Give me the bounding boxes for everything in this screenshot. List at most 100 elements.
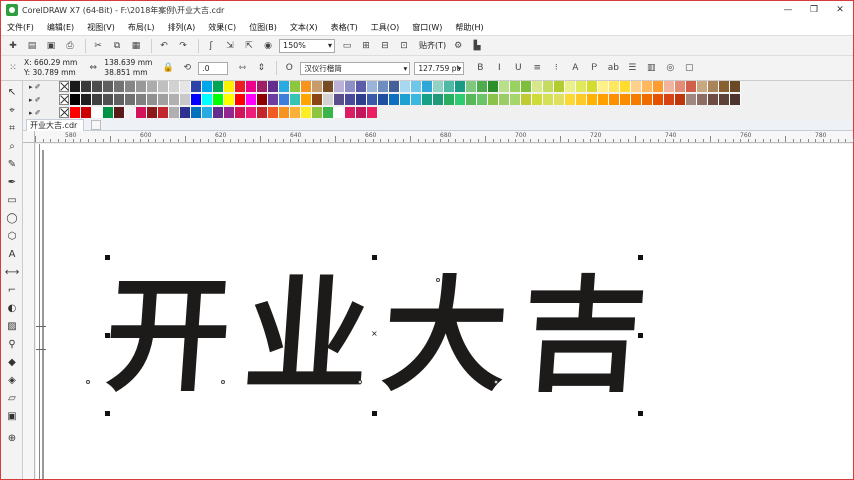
color-swatch[interactable]	[268, 81, 279, 92]
menu-file[interactable]: 文件(F)	[7, 22, 34, 33]
color-swatch[interactable]	[257, 107, 268, 118]
color-swatch[interactable]	[103, 107, 114, 118]
horizontal-ruler[interactable]: 580 600 620 640 660 680 700 720 740 760 780	[35, 131, 854, 143]
palette-menu-icon[interactable]: ▸ ✐	[29, 107, 59, 119]
color-swatch[interactable]	[719, 94, 730, 105]
color-swatch[interactable]	[301, 107, 312, 118]
new-tab-button[interactable]	[91, 120, 101, 130]
italic-icon[interactable]: I	[491, 60, 507, 76]
ruler-origin[interactable]	[23, 131, 35, 143]
menu-layout[interactable]: 布局(L)	[128, 22, 155, 33]
calligraphy-char[interactable]: 大	[378, 264, 512, 409]
bold-icon[interactable]: B	[472, 60, 488, 76]
interactive-fill-icon[interactable]: ◆	[5, 355, 19, 369]
connector-tool-icon[interactable]: ⌐	[5, 283, 19, 297]
print-icon[interactable]: ⎙	[62, 38, 78, 54]
color-swatch[interactable]	[510, 81, 521, 92]
color-swatch[interactable]	[202, 81, 213, 92]
menu-edit[interactable]: 编辑(E)	[47, 22, 74, 33]
redo-icon[interactable]: ↷	[175, 38, 191, 54]
menu-help[interactable]: 帮助(H)	[455, 22, 483, 33]
font-family-select[interactable]: 汉仪行楷简	[300, 61, 411, 75]
color-swatch[interactable]	[257, 94, 268, 105]
color-swatch[interactable]	[532, 81, 543, 92]
color-swatch[interactable]	[70, 107, 81, 118]
color-swatch[interactable]	[367, 81, 378, 92]
color-swatch[interactable]	[235, 81, 246, 92]
color-swatch[interactable]	[455, 94, 466, 105]
color-swatch[interactable]	[213, 81, 224, 92]
color-swatch[interactable]	[158, 81, 169, 92]
color-swatch[interactable]	[730, 81, 741, 92]
selection-handle-bottom-left[interactable]	[105, 411, 110, 416]
x-position-field[interactable]: X: 660.29 mm	[24, 58, 77, 68]
color-swatch[interactable]	[499, 94, 510, 105]
color-swatch[interactable]	[301, 94, 312, 105]
no-color-swatch[interactable]	[59, 94, 69, 105]
color-swatch[interactable]	[180, 94, 191, 105]
color-swatch[interactable]	[598, 81, 609, 92]
color-swatch[interactable]	[686, 81, 697, 92]
color-swatch[interactable]	[444, 81, 455, 92]
maximize-button[interactable]: ❐	[801, 1, 827, 19]
paste-icon[interactable]: ▦	[128, 38, 144, 54]
selection-handle-top-right[interactable]	[638, 255, 643, 260]
vertical-text-icon[interactable]: ▥	[643, 60, 659, 76]
width-field[interactable]: 138.639 mm	[104, 58, 152, 68]
lock-object-icon[interactable]: ▢	[681, 60, 697, 76]
options-icon[interactable]: ⚙	[450, 38, 466, 54]
color-swatch[interactable]	[323, 107, 334, 118]
selection-handle-middle-left[interactable]	[105, 333, 110, 338]
color-swatch[interactable]	[576, 81, 587, 92]
color-swatch[interactable]	[81, 81, 92, 92]
snap-to-dropdown[interactable]: 贴齐(T)	[419, 40, 446, 51]
artistic-media-icon[interactable]: ✒	[5, 175, 19, 189]
calligraphy-char[interactable]: 吉	[517, 264, 651, 409]
color-swatch[interactable]	[653, 81, 664, 92]
color-swatch[interactable]	[246, 107, 257, 118]
color-swatch[interactable]	[224, 94, 235, 105]
color-swatch[interactable]	[455, 81, 466, 92]
color-swatch[interactable]	[136, 107, 147, 118]
menu-arrange[interactable]: 排列(A)	[168, 22, 196, 33]
drop-cap-icon[interactable]: A	[567, 60, 583, 76]
transparency-tool-icon[interactable]: ▨	[5, 319, 19, 333]
text-properties-icon[interactable]: Ꮲ	[586, 60, 602, 76]
color-swatch[interactable]	[411, 94, 422, 105]
color-swatch[interactable]	[521, 94, 532, 105]
color-swatch[interactable]	[466, 94, 477, 105]
mirror-horizontal-icon[interactable]: ⇿	[234, 60, 250, 76]
color-swatch[interactable]	[147, 107, 158, 118]
color-swatch[interactable]	[213, 94, 224, 105]
color-swatch[interactable]	[422, 94, 433, 105]
color-swatch[interactable]	[598, 94, 609, 105]
color-swatch[interactable]	[708, 94, 719, 105]
outline-pen-icon[interactable]: ▱	[5, 391, 19, 405]
color-swatch[interactable]	[136, 94, 147, 105]
color-swatch[interactable]	[543, 81, 554, 92]
palette-menu-icon[interactable]: ▸ ✐	[29, 94, 59, 106]
color-swatch[interactable]	[158, 94, 169, 105]
color-swatch[interactable]	[466, 81, 477, 92]
drawing-canvas[interactable]: 开 业 大 吉 ×	[36, 144, 853, 479]
color-swatch[interactable]	[279, 107, 290, 118]
color-swatch[interactable]	[191, 81, 202, 92]
object-origin-icon[interactable]: ⁙	[5, 60, 21, 76]
color-swatch[interactable]	[81, 94, 92, 105]
search-content-icon[interactable]: ʃ	[203, 38, 219, 54]
color-swatch[interactable]	[114, 81, 125, 92]
no-color-swatch[interactable]	[59, 81, 69, 92]
color-swatch[interactable]	[686, 94, 697, 105]
show-grid-icon[interactable]: ⊟	[377, 38, 393, 54]
document-tab[interactable]: 开业大吉.cdr	[26, 119, 85, 131]
menu-view[interactable]: 视图(V)	[87, 22, 115, 33]
title-bar[interactable]: CorelDRAW X7 (64-Bit) - F:\2018年案例\开业大吉.…	[1, 1, 853, 19]
color-swatch[interactable]	[433, 81, 444, 92]
color-swatch[interactable]	[400, 94, 411, 105]
color-swatch[interactable]	[235, 107, 246, 118]
new-document-icon[interactable]: ✚	[5, 38, 21, 54]
color-swatch[interactable]	[587, 81, 598, 92]
color-swatch[interactable]	[499, 81, 510, 92]
save-icon[interactable]: ▣	[43, 38, 59, 54]
color-swatch[interactable]	[576, 94, 587, 105]
